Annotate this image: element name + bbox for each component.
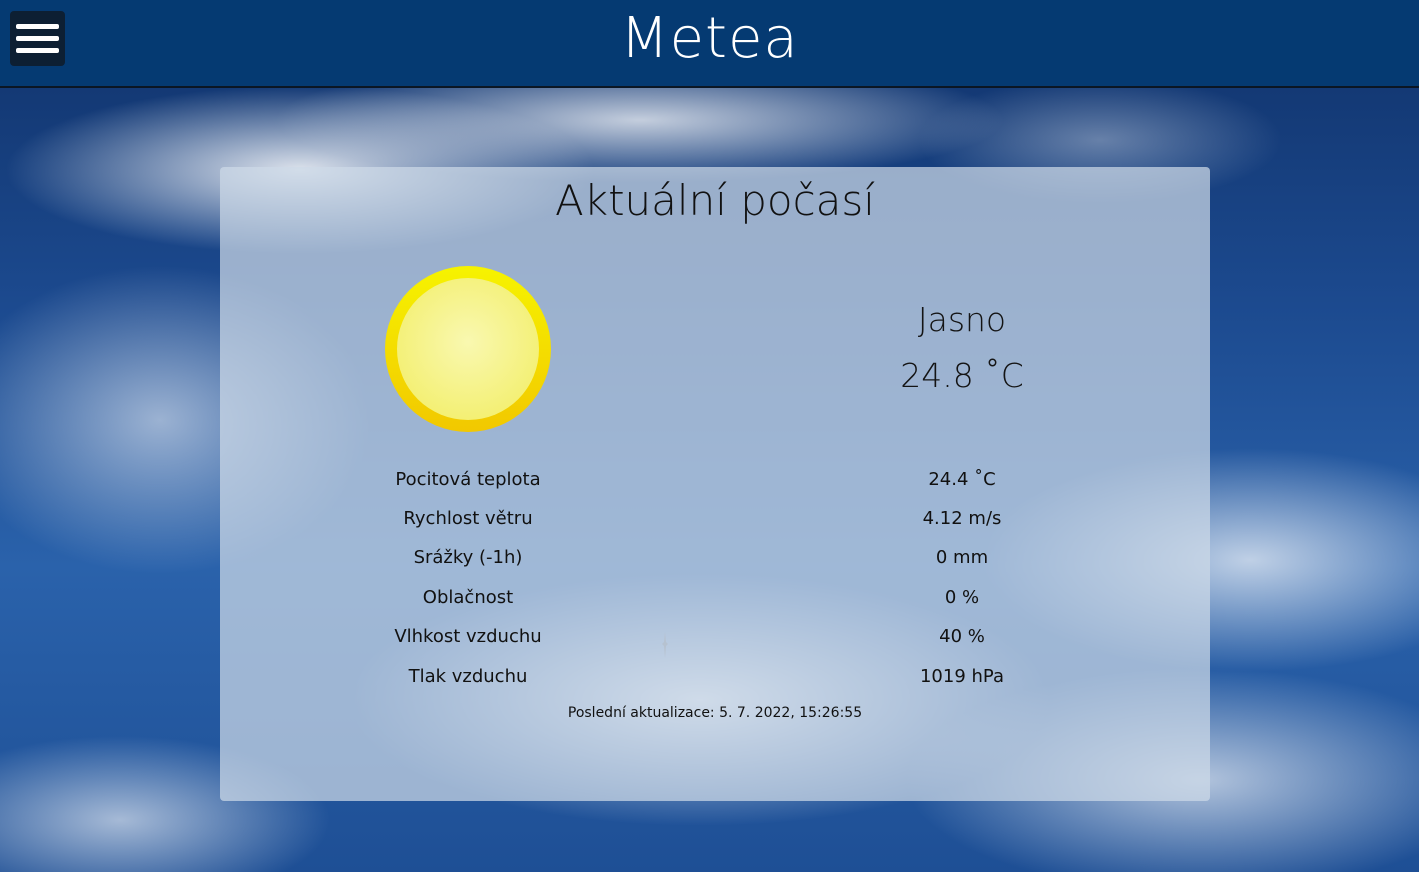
detail-label: Oblačnost	[422, 587, 514, 608]
app-title: Metea	[620, 6, 799, 71]
card-title: Aktuální počasí	[555, 176, 875, 225]
last-update-text: Poslední aktualizace: 5. 7. 2022, 15:26:…	[567, 705, 863, 721]
detail-label: Vlhkost vzduchu	[394, 626, 542, 647]
detail-label: Pocitová teplota	[395, 469, 541, 490]
detail-label: Tlak vzduchu	[408, 666, 528, 687]
detail-row-feels-like: Pocitová teplota 24.4 ˚C	[220, 465, 1210, 495]
weather-condition: Jasno	[917, 300, 1007, 339]
detail-row-pressure: Tlak vzduchu 1019 hPa	[220, 662, 1210, 692]
detail-value: 0 %	[944, 587, 980, 608]
detail-label: Srážky (-1h)	[413, 547, 523, 568]
current-temperature: 24.8 ˚C	[900, 356, 1024, 395]
detail-value: 0 mm	[935, 547, 989, 568]
detail-value: 1019 hPa	[919, 666, 1004, 687]
detail-value: 24.4 ˚C	[928, 469, 996, 490]
detail-value: 40 %	[939, 626, 985, 647]
detail-value: 4.12 m/s	[922, 508, 1002, 529]
detail-row-humidity: Vlhkost vzduchu 40 %	[220, 622, 1210, 652]
detail-label: Rychlost větru	[403, 508, 533, 529]
detail-row-precipitation: Srážky (-1h) 0 mm	[220, 543, 1210, 573]
detail-row-wind-speed: Rychlost větru 4.12 m/s	[220, 504, 1210, 534]
detail-row-cloudiness: Oblačnost 0 %	[220, 583, 1210, 613]
app-header: Metea	[0, 0, 1419, 88]
current-weather-card: Aktuální počasí Jasno 24.8 ˚C Pocitová t…	[220, 167, 1210, 801]
sun-icon	[385, 266, 551, 432]
